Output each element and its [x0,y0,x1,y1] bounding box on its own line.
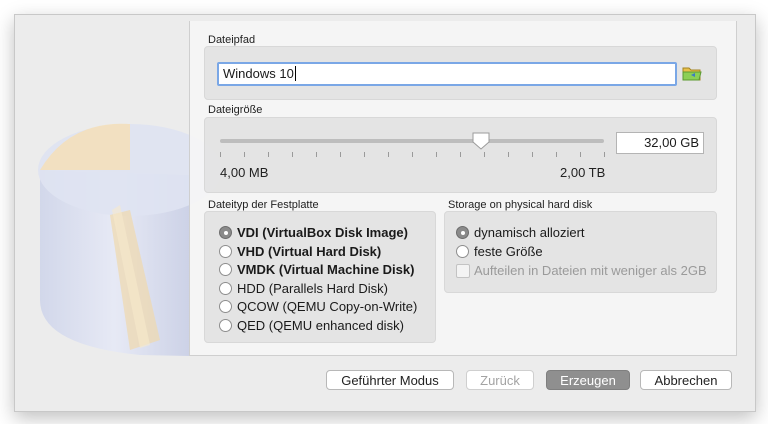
radio-button [219,281,232,295]
split-files-checkbox-box [456,264,470,278]
size-min-label: 4,00 MB [220,165,269,180]
slider-tick [316,152,317,157]
folder-icon[interactable] [682,64,702,82]
slider-tick [268,152,269,157]
file-type-option-label: VHD (Virtual Hard Disk) [237,243,382,259]
slider-tick [364,152,365,157]
file-path-value: Windows 10 [223,66,294,81]
slider-tick [340,152,341,157]
back-button[interactable]: Zurück [466,370,534,390]
file-path-label: Dateipfad [208,34,256,46]
file-type-option-label: HDD (Parallels Hard Disk) [237,280,388,296]
slider-tick [532,152,533,157]
slider-tick [604,152,605,157]
storage-option-label: dynamisch alloziert [474,225,585,240]
size-input[interactable]: 32,00 GB [616,132,704,154]
size-max-label: 2,00 TB [560,165,606,180]
radio-button [456,245,469,258]
slider-tick [292,152,293,157]
storage-option-label: feste Größe [474,244,543,259]
slider-tick [508,152,509,157]
size-slider-track[interactable] [220,139,604,143]
create-button[interactable]: Erzeugen [546,370,630,390]
file-size-label: Dateigröße [208,104,263,116]
slider-tick [412,152,413,157]
slider-tick [436,152,437,157]
radio-button [219,300,232,313]
storage-label: Storage on physical hard disk [448,199,593,211]
radio-button [219,263,232,276]
split-files-label: Aufteilen in Dateien mit weniger als 2GB [474,263,707,278]
file-type-option-label: QCOW (QEMU Copy-on-Write) [237,299,418,314]
slider-tick [244,152,245,157]
slider-tick [220,152,221,157]
radio-button [219,226,232,239]
radio-button [219,318,232,332]
slider-tick [460,152,461,157]
file-type-label: Dateityp der Festplatte [208,199,319,211]
slider-tick [556,152,557,157]
cancel-button[interactable]: Abbrechen [640,370,732,390]
radio-button [456,226,469,239]
file-type-option-label: VMDK (Virtual Machine Disk) [237,262,415,277]
radio-button [219,244,232,258]
file-path-input[interactable]: Windows 10 [217,62,677,86]
guided-mode-button[interactable]: Geführter Modus [326,370,454,390]
slider-tick [580,152,581,157]
file-type-option-label: QED (QEMU enhanced disk) [237,317,404,333]
size-slider-thumb[interactable] [471,131,491,151]
slider-tick [484,152,485,157]
file-type-option-label: VDI (VirtualBox Disk Image) [237,225,408,240]
slider-tick [388,152,389,157]
